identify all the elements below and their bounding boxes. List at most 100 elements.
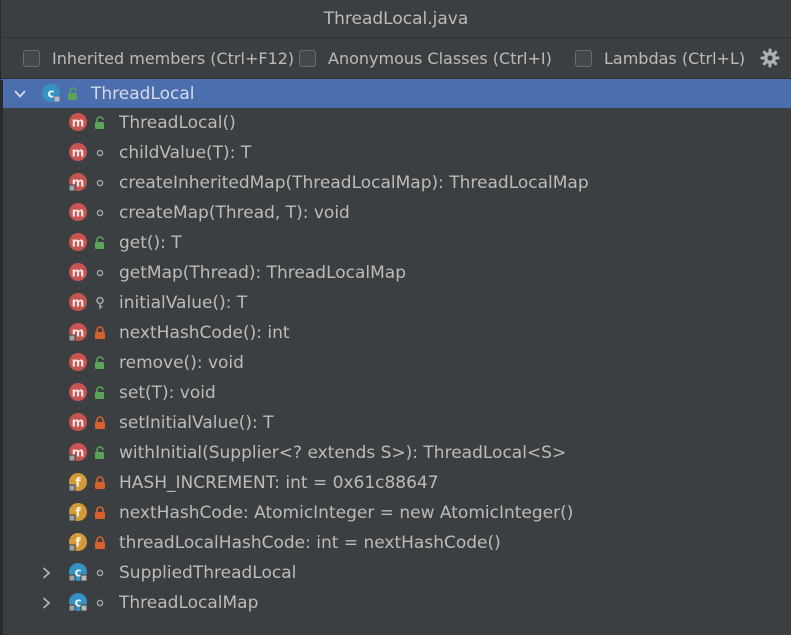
tree-field-row[interactable]: f threadLocalHashCode: int = nextHashCode… [1, 528, 791, 558]
method-icon: m [68, 322, 90, 344]
public-lock-icon [94, 446, 106, 460]
tree-class-row[interactable]: c ThreadLocalMap [1, 588, 791, 618]
svg-text:c: c [47, 86, 54, 100]
package-visibility-icon [94, 566, 106, 580]
svg-text:m: m [72, 146, 85, 160]
svg-text:c: c [74, 566, 81, 580]
package-visibility-icon [94, 266, 106, 280]
tree-item-label: nextHashCode: AtomicInteger = new Atomic… [119, 503, 574, 523]
tree-item-label: createMap(Thread, T): void [119, 203, 350, 223]
svg-text:f: f [75, 476, 81, 490]
tree-method-row[interactable]: m withInitial(Supplier<? extends S>): Thr… [1, 438, 791, 468]
tree-item-label: ThreadLocal() [119, 113, 236, 133]
svg-text:m: m [72, 296, 85, 310]
tree-method-row[interactable]: m nextHashCode(): int [1, 318, 791, 348]
class-icon: c [68, 592, 90, 614]
svg-text:m: m [72, 206, 85, 220]
public-lock-icon [67, 86, 79, 101]
gear-icon[interactable] [759, 47, 781, 69]
tree-item-label: withInitial(Supplier<? extends S>): Thre… [119, 443, 567, 463]
package-visibility-icon [94, 146, 106, 160]
svg-text:m: m [72, 356, 85, 370]
private-lock-icon [94, 506, 106, 520]
left-gutter [1, 80, 3, 635]
tree-item-label: setInitialValue(): T [119, 413, 274, 433]
tree-item-label: HASH_INCREMENT: int = 0x61c88647 [119, 473, 439, 493]
tree-method-row[interactable]: m remove(): void [1, 348, 791, 378]
tree-field-row[interactable]: f HASH_INCREMENT: int = 0x61c88647 [1, 468, 791, 498]
chevron-down-icon[interactable] [13, 87, 27, 101]
tree-item-label: ThreadLocalMap [119, 593, 259, 613]
svg-text:m: m [72, 386, 85, 400]
protected-key-icon [94, 296, 106, 310]
field-icon: f [68, 472, 90, 494]
tree-root-row[interactable]: c ThreadLocal [1, 79, 791, 108]
private-lock-icon [94, 476, 106, 490]
tree-field-row[interactable]: f nextHashCode: AtomicInteger = new Atomi… [1, 498, 791, 528]
window-title: ThreadLocal.java [323, 8, 469, 29]
inherited-members-checkbox[interactable] [23, 49, 40, 67]
inherited-members-label: Inherited members (Ctrl+F12) [52, 48, 295, 68]
lambdas-checkbox[interactable] [575, 49, 592, 67]
tree-method-row[interactable]: m childValue(T): T [1, 138, 791, 168]
filter-toolbar: Inherited members (Ctrl+F12) Anonymous C… [1, 38, 791, 79]
private-lock-icon [94, 326, 106, 340]
public-lock-icon [94, 236, 106, 250]
method-icon: m [68, 352, 90, 374]
method-icon: m [68, 442, 90, 464]
tree-method-row[interactable]: m createMap(Thread, T): void [1, 198, 791, 228]
public-lock-icon [94, 386, 106, 400]
field-icon: f [68, 502, 90, 524]
method-icon: m [68, 412, 90, 434]
method-icon: m [68, 232, 90, 254]
anonymous-classes-checkbox[interactable] [299, 49, 316, 67]
package-visibility-icon [94, 596, 106, 610]
svg-text:f: f [75, 536, 81, 550]
anonymous-classes-label: Anonymous Classes (Ctrl+I) [328, 48, 552, 68]
tree-class-row[interactable]: c SuppliedThreadLocal [1, 558, 791, 588]
tree-method-row[interactable]: m get(): T [1, 228, 791, 258]
tree-root-label: ThreadLocal [91, 83, 195, 104]
method-icon: m [68, 112, 90, 134]
tree-item-label: threadLocalHashCode: int = nextHashCode(… [119, 533, 501, 553]
package-visibility-icon [94, 176, 106, 190]
svg-text:f: f [75, 506, 81, 520]
public-lock-icon [94, 116, 106, 130]
anonymous-classes-option[interactable]: Anonymous Classes (Ctrl+I) [299, 49, 575, 68]
lambdas-option[interactable]: Lambdas (Ctrl+L) [575, 49, 750, 68]
tree-item-label: remove(): void [119, 353, 244, 373]
tree-item-label: get(): T [119, 233, 182, 253]
tree-method-row[interactable]: m createInheritedMap(ThreadLocalMap): Thr… [1, 168, 791, 198]
method-icon: m [68, 172, 90, 194]
svg-text:m: m [72, 416, 85, 430]
method-icon: m [68, 262, 90, 284]
svg-text:m: m [72, 236, 85, 250]
svg-text:m: m [72, 116, 85, 130]
lambdas-label: Lambdas (Ctrl+L) [604, 48, 746, 68]
tree-method-row[interactable]: m getMap(Thread): ThreadLocalMap [1, 258, 791, 288]
private-lock-icon [94, 416, 106, 430]
tree-item-label: getMap(Thread): ThreadLocalMap [119, 263, 407, 283]
inherited-members-option[interactable]: Inherited members (Ctrl+F12) [23, 49, 299, 68]
chevron-right-icon[interactable] [39, 596, 53, 610]
class-icon: c [41, 83, 63, 105]
svg-text:c: c [74, 596, 81, 610]
structure-window: ThreadLocal.java Inherited members (Ctrl… [0, 0, 791, 635]
method-icon: m [68, 382, 90, 404]
tree-method-row[interactable]: m initialValue(): T [1, 288, 791, 318]
method-icon: m [68, 202, 90, 224]
tree-item-label: set(T): void [119, 383, 216, 403]
private-lock-icon [94, 536, 106, 550]
tree-item-label: childValue(T): T [119, 143, 252, 163]
field-icon: f [68, 532, 90, 554]
chevron-right-icon[interactable] [39, 566, 53, 580]
tree-method-row[interactable]: m ThreadLocal() [1, 108, 791, 138]
tree-item-label: initialValue(): T [119, 293, 248, 313]
structure-tree: c ThreadLocal m ThreadLocal() m childValue(… [1, 79, 791, 618]
public-lock-icon [94, 356, 106, 370]
tree-method-row[interactable]: m setInitialValue(): T [1, 408, 791, 438]
svg-text:m: m [72, 266, 85, 280]
tree-item-label: SuppliedThreadLocal [119, 563, 297, 583]
class-icon: c [68, 562, 90, 584]
tree-method-row[interactable]: m set(T): void [1, 378, 791, 408]
